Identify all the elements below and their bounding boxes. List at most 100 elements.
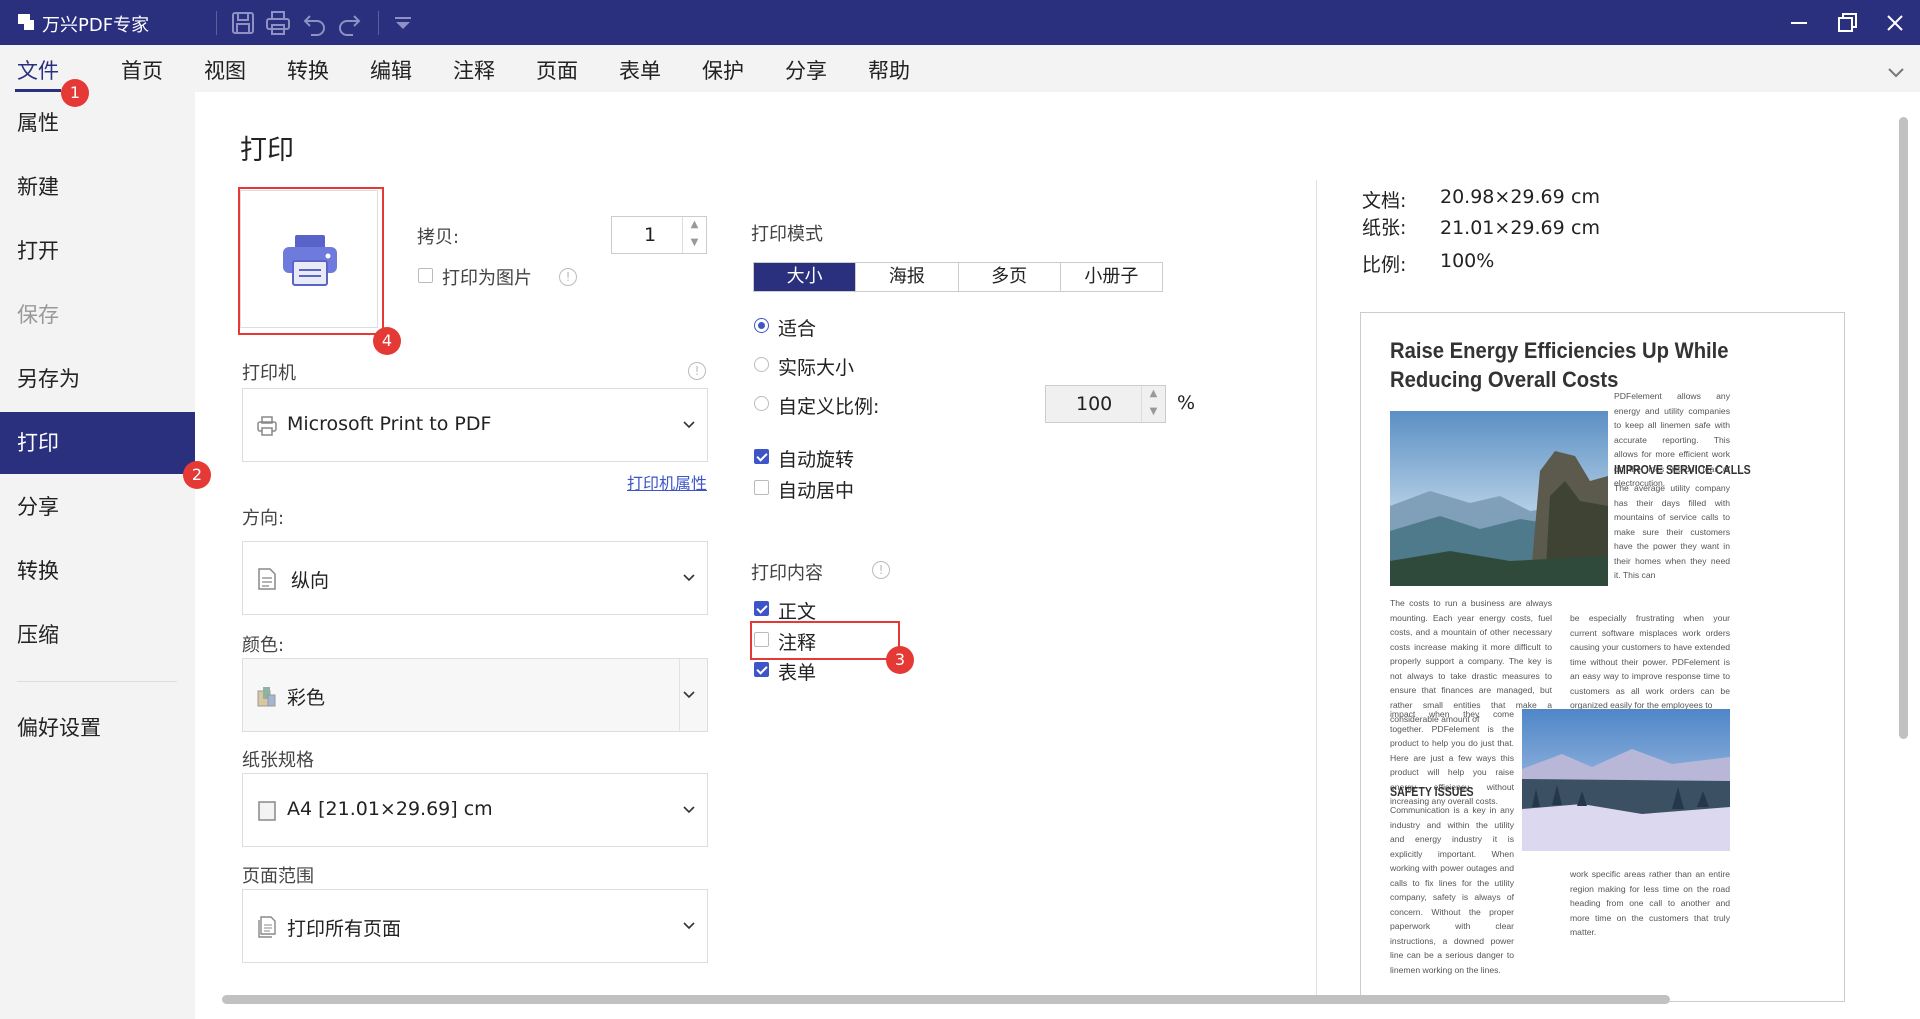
horizontal-scrollbar[interactable] bbox=[222, 995, 1670, 1004]
menu-form[interactable]: 表单 bbox=[619, 55, 661, 85]
menu-file[interactable]: 文件 bbox=[15, 55, 61, 92]
print-as-image-info-icon[interactable]: ! bbox=[559, 268, 577, 286]
auto-rotate-checkbox[interactable] bbox=[754, 449, 769, 464]
print-mode-tabs: 大小 海报 多页 小册子 bbox=[753, 262, 1163, 292]
print-as-image-checkbox[interactable] bbox=[418, 268, 433, 283]
step-badge-4: 4 bbox=[373, 327, 401, 355]
sidebar-item-properties[interactable]: 属性 bbox=[0, 92, 195, 154]
print-content-info-icon[interactable]: ! bbox=[872, 561, 890, 579]
sidebar-item-print[interactable]: 打印 bbox=[0, 412, 195, 474]
copies-up-icon[interactable]: ▲ bbox=[683, 217, 706, 235]
auto-center-checkbox[interactable] bbox=[754, 480, 769, 495]
menu-view[interactable]: 视图 bbox=[204, 55, 246, 85]
tab-size[interactable]: 大小 bbox=[754, 263, 857, 291]
toolbar-separator bbox=[378, 11, 379, 35]
menu-home[interactable]: 首页 bbox=[121, 55, 163, 85]
undo-icon[interactable] bbox=[302, 10, 328, 36]
page-title: 打印 bbox=[240, 135, 294, 166]
paper-size-info-value: 21.01×29.69 bbox=[1440, 217, 1565, 239]
tab-multiple[interactable]: 多页 bbox=[959, 263, 1061, 291]
doc-size-value: 20.98×29.69 bbox=[1440, 186, 1565, 208]
highlight-print-button bbox=[238, 187, 384, 335]
step-badge-1: 1 bbox=[61, 79, 89, 107]
minimize-icon[interactable] bbox=[1784, 8, 1814, 38]
chevron-down-icon bbox=[683, 574, 695, 582]
copies-down-icon[interactable]: ▼ bbox=[683, 235, 706, 253]
sidebar-item-share[interactable]: 分享 bbox=[0, 476, 195, 538]
sidebar-item-open[interactable]: 打开 bbox=[0, 220, 195, 282]
app-title: 万兴PDF专家 bbox=[42, 15, 150, 36]
quick-access-dropdown-icon[interactable] bbox=[390, 10, 416, 36]
copies-stepper[interactable]: 1 ▲ ▼ bbox=[611, 216, 707, 254]
scale-arrows[interactable]: ▲ ▼ bbox=[1141, 386, 1165, 422]
color-label: 颜色: bbox=[242, 635, 285, 656]
scale-up-icon[interactable]: ▲ bbox=[1142, 386, 1165, 404]
menu-protect[interactable]: 保护 bbox=[702, 55, 744, 85]
chevron-down-icon bbox=[683, 922, 695, 930]
printer-small-icon bbox=[257, 416, 277, 436]
scale-stepper[interactable]: 100 ▲ ▼ bbox=[1045, 385, 1166, 423]
printer-info-icon[interactable]: ! bbox=[688, 362, 706, 380]
collapse-ribbon-chevron-icon[interactable] bbox=[1886, 63, 1906, 78]
select-divider bbox=[679, 659, 680, 731]
printer-select[interactable]: Microsoft Print to PDF bbox=[242, 388, 708, 462]
menu-edit[interactable]: 编辑 bbox=[370, 55, 412, 85]
paper-size-label: 纸张规格 bbox=[242, 750, 314, 771]
tab-booklet[interactable]: 小册子 bbox=[1061, 263, 1162, 291]
page-range-value: 打印所有页面 bbox=[287, 918, 402, 940]
sidebar-item-preferences[interactable]: 偏好设置 bbox=[0, 697, 195, 759]
menu-bar: 文件 首页 视图 转换 编辑 注释 页面 表单 保护 分享 帮助 bbox=[0, 45, 1920, 92]
paper-size-info-label: 纸张: bbox=[1362, 217, 1407, 239]
sidebar-item-compress[interactable]: 压缩 bbox=[0, 604, 195, 666]
sidebar-item-save[interactable]: 保存 bbox=[0, 284, 195, 346]
close-icon[interactable] bbox=[1880, 8, 1910, 38]
copies-label: 拷贝: bbox=[417, 227, 460, 248]
scale-info-value: 100% bbox=[1440, 250, 1495, 272]
mountain-photo bbox=[1390, 411, 1608, 586]
percent-label: % bbox=[1177, 392, 1196, 414]
tab-poster[interactable]: 海报 bbox=[856, 263, 959, 291]
content-body-checkbox[interactable] bbox=[754, 601, 769, 616]
actual-size-radio[interactable] bbox=[754, 357, 769, 372]
menu-comment[interactable]: 注释 bbox=[453, 55, 495, 85]
chevron-down-icon bbox=[683, 806, 695, 814]
snow-forest-photo bbox=[1522, 709, 1730, 851]
auto-center-label: 自动居中 bbox=[778, 480, 855, 502]
step-badge-3: 3 bbox=[886, 646, 914, 674]
menu-help[interactable]: 帮助 bbox=[868, 55, 910, 85]
fit-radio[interactable] bbox=[754, 318, 769, 333]
color-select[interactable]: 彩色 bbox=[242, 658, 708, 732]
copies-arrows[interactable]: ▲ ▼ bbox=[682, 217, 706, 253]
menu-convert[interactable]: 转换 bbox=[287, 55, 329, 85]
orientation-label: 方向: bbox=[242, 508, 285, 529]
copies-value: 1 bbox=[644, 224, 657, 246]
print-icon[interactable] bbox=[265, 10, 291, 36]
save-icon[interactable] bbox=[230, 10, 256, 36]
fit-label: 适合 bbox=[778, 318, 817, 340]
doc-size-unit: cm bbox=[1571, 186, 1600, 208]
scale-down-icon[interactable]: ▼ bbox=[1142, 404, 1165, 422]
paper-size-select[interactable]: A4 [21.01×29.69] cm bbox=[242, 773, 708, 847]
actual-size-label: 实际大小 bbox=[778, 357, 855, 379]
content-form-checkbox[interactable] bbox=[754, 662, 769, 677]
orientation-select[interactable]: 纵向 bbox=[242, 541, 708, 615]
menu-page[interactable]: 页面 bbox=[536, 55, 578, 85]
print-as-image-label: 打印为图片 bbox=[442, 268, 532, 289]
doc-size-label: 文档: bbox=[1362, 190, 1407, 212]
content-form-label: 表单 bbox=[778, 662, 817, 684]
preview-heading-safety: SAFETY ISSUES bbox=[1390, 785, 1474, 799]
content-body-label: 正文 bbox=[778, 601, 817, 623]
scale-info-label: 比例: bbox=[1362, 254, 1407, 276]
scale-value: 100 bbox=[1076, 393, 1113, 415]
sidebar-item-new[interactable]: 新建 bbox=[0, 156, 195, 218]
vertical-scrollbar[interactable] bbox=[1899, 117, 1908, 739]
auto-rotate-label: 自动旋转 bbox=[778, 449, 855, 471]
sidebar-item-convert[interactable]: 转换 bbox=[0, 540, 195, 602]
restore-icon[interactable] bbox=[1832, 8, 1862, 38]
custom-scale-radio[interactable] bbox=[754, 396, 769, 411]
sidebar-item-save-as[interactable]: 另存为 bbox=[0, 348, 195, 410]
menu-share[interactable]: 分享 bbox=[785, 55, 827, 85]
redo-icon[interactable] bbox=[336, 10, 362, 36]
page-range-select[interactable]: 打印所有页面 bbox=[242, 889, 708, 963]
printer-properties-link[interactable]: 打印机属性 bbox=[627, 470, 707, 494]
